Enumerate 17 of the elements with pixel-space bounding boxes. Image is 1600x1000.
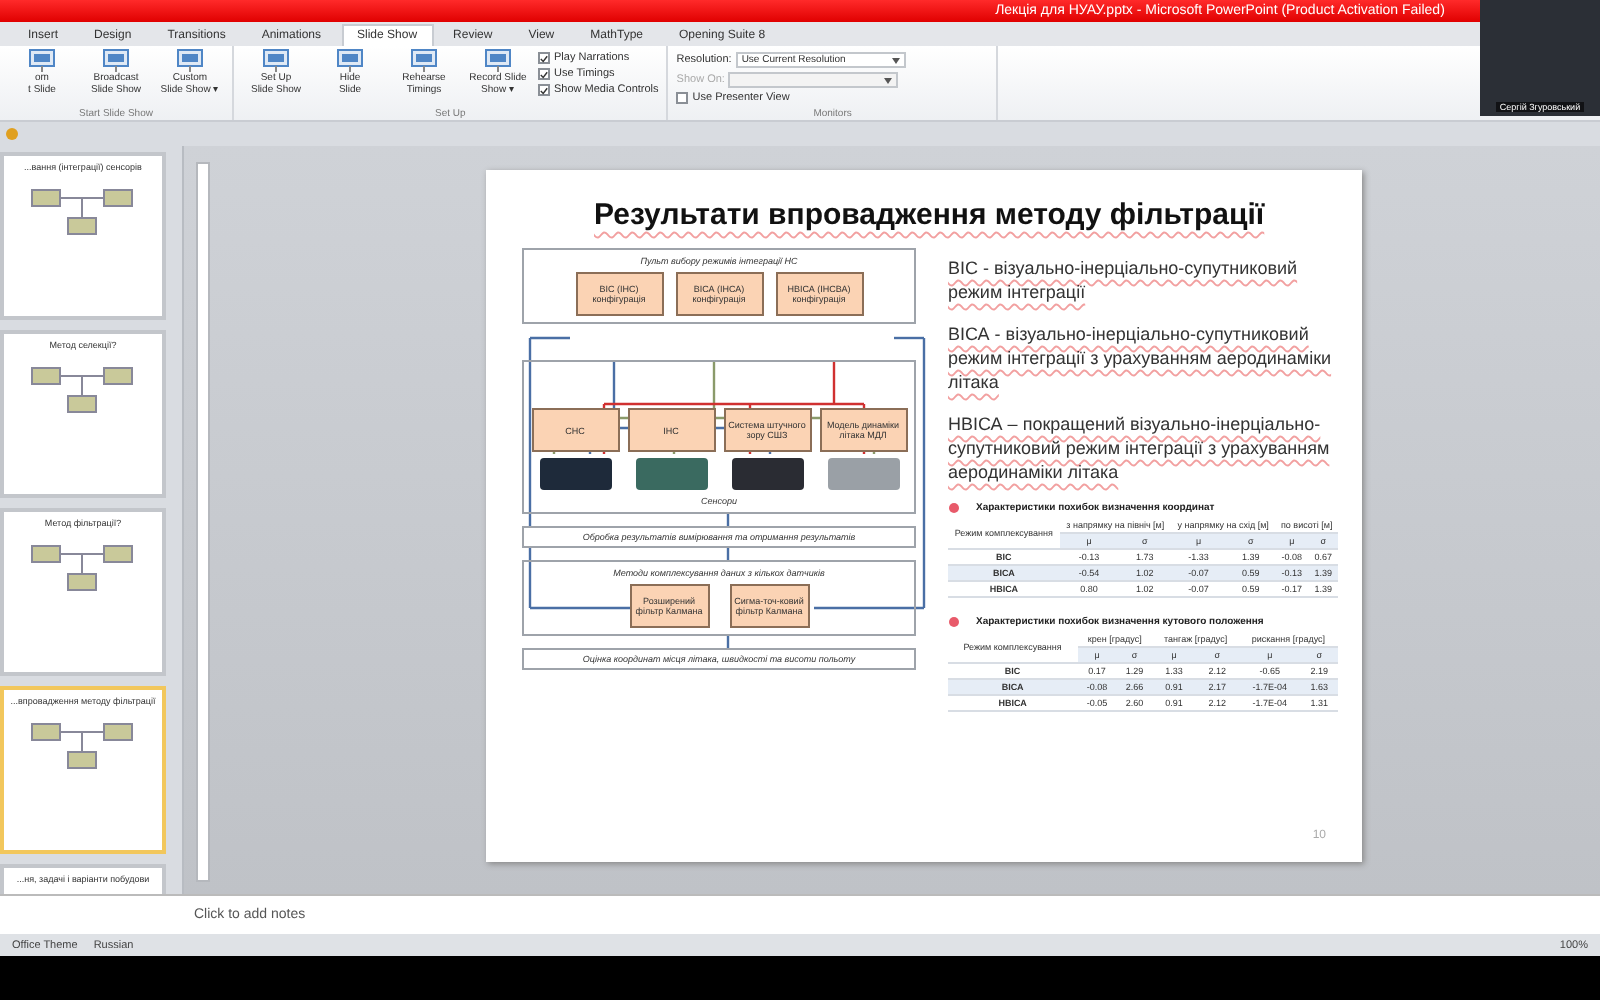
checkbox[interactable] (676, 92, 689, 104)
caret-icon (884, 77, 893, 83)
photo-placeholder (827, 458, 899, 490)
definition-text: НВІСА – покращений візуально-інерціально-супутниковий режим інтеграції з урахуванням аеродинаміки літака (948, 412, 1332, 484)
checkbox[interactable] (538, 52, 550, 64)
photo-placeholder (539, 458, 611, 490)
photo-placeholder (731, 458, 803, 490)
definition-text: ВІСА - візуально-інерціально-супутниковий режим інтеграції з урахуванням аеродинаміки літака (948, 322, 1334, 394)
definition-text: ВІС - візуально-інерціально-супутниковий режим інтеграції (948, 256, 1300, 304)
bullet-icon (948, 616, 960, 628)
slide-title: Результати впровадження методу фільтрації (594, 198, 1267, 232)
caret-icon (891, 57, 900, 63)
photo-placeholder (635, 458, 707, 490)
checkbox[interactable] (538, 84, 550, 96)
bullet-icon (948, 502, 960, 514)
checkbox[interactable] (538, 68, 550, 80)
touch-icon (4, 126, 20, 142)
